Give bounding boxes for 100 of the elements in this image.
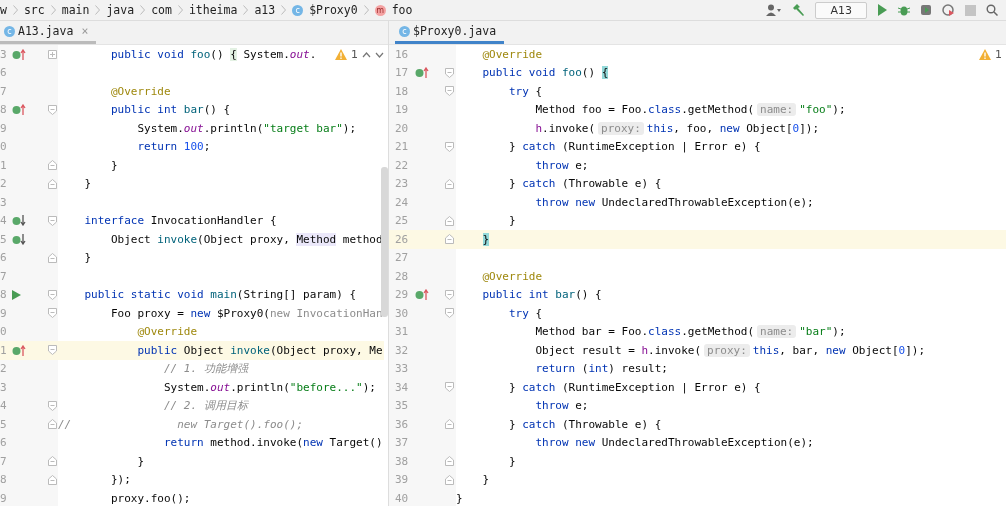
breadcrumb-item[interactable]: w	[0, 3, 7, 17]
breadcrumb-item[interactable]: itheima	[188, 3, 238, 17]
override-marker-icon[interactable]	[415, 289, 429, 301]
code-line: // 1. 功能增强	[162, 361, 248, 377]
expand-icon[interactable]	[48, 49, 57, 59]
fold-icon[interactable]	[445, 289, 454, 300]
fold-icon[interactable]	[445, 215, 454, 226]
stop-icon[interactable]	[965, 4, 976, 16]
fold-icon[interactable]	[445, 141, 454, 152]
chevron-icon	[177, 5, 183, 15]
line-number: 9	[0, 121, 8, 135]
code-line: });	[110, 473, 131, 487]
fold-icon[interactable]	[48, 456, 57, 467]
code-line: @Override	[481, 269, 543, 283]
code-line: try {	[508, 84, 543, 98]
scrollbar-thumb[interactable]	[381, 167, 388, 317]
code-line: Foo proxy = new $Proxy0(new InvocationHan	[110, 306, 383, 320]
chevron-up-icon[interactable]	[362, 51, 371, 58]
breadcrumb-item[interactable]: com	[151, 3, 172, 17]
code-line: Object result = h.invoke( proxy: this, bar, new Object[0]);	[534, 343, 926, 357]
override-marker-icon[interactable]	[12, 104, 26, 116]
fold-icon[interactable]	[48, 178, 57, 189]
fold-icon[interactable]	[48, 419, 57, 430]
code-line: System.out.println("before...");	[162, 380, 376, 394]
warning-count: 1	[351, 48, 358, 61]
line-number: 35	[394, 399, 410, 413]
line-number: 9	[0, 491, 8, 505]
fold-icon[interactable]	[445, 67, 454, 78]
run-icon[interactable]	[12, 289, 21, 300]
line-number: 8	[0, 103, 8, 117]
code-line: @Override	[481, 47, 543, 61]
code-line: try {	[508, 306, 543, 320]
fold-icon[interactable]	[445, 474, 454, 485]
fold-icon[interactable]	[445, 419, 454, 430]
breadcrumb-item[interactable]: m foo	[374, 3, 413, 17]
line-number: 27	[394, 251, 410, 265]
user-icon[interactable]	[766, 4, 783, 16]
fold-icon[interactable]	[48, 104, 57, 115]
coverage-icon[interactable]	[920, 4, 932, 16]
code-line: } catch (RuntimeException | Error e) {	[508, 140, 761, 154]
fold-icon[interactable]	[48, 289, 57, 300]
implemented-marker-icon[interactable]	[12, 215, 26, 227]
line-number: 6	[0, 66, 8, 80]
line-number: 34	[394, 380, 410, 394]
chevron-icon	[12, 5, 18, 15]
fold-icon[interactable]	[48, 160, 57, 171]
warning-icon[interactable]	[979, 49, 991, 60]
fold-icon[interactable]	[48, 252, 57, 263]
search-icon[interactable]	[986, 4, 998, 16]
fold-icon[interactable]	[445, 178, 454, 189]
breadcrumb-item[interactable]: main	[61, 3, 90, 17]
override-marker-icon[interactable]	[12, 48, 26, 60]
line-number: 5	[0, 417, 8, 431]
line-number: 2	[0, 362, 8, 376]
code-line: public int bar() {	[110, 103, 231, 117]
code-line: public static void main(String[] param) {	[83, 288, 357, 302]
code-line: return 100;	[136, 140, 211, 154]
code-line: public Object invoke(Object proxy, Me	[136, 343, 383, 357]
line-number: 0	[0, 325, 8, 339]
line-number: 8	[0, 473, 8, 487]
line-number: 16	[394, 47, 410, 61]
hammer-icon[interactable]	[792, 4, 806, 16]
run-config-dropdown[interactable]: A13	[815, 1, 867, 19]
fold-icon[interactable]	[445, 234, 454, 245]
bug-icon[interactable]	[898, 4, 910, 16]
breadcrumb-item[interactable]: c $Proxy0	[292, 3, 358, 17]
line-number: 1	[0, 343, 8, 357]
line-number: 1	[0, 158, 8, 172]
line-number: 19	[394, 103, 410, 117]
code-line: throw new UndeclaredThrowableException(e);	[534, 436, 814, 450]
fold-icon[interactable]	[445, 86, 454, 97]
fold-icon[interactable]	[48, 400, 57, 411]
warning-icon[interactable]	[335, 49, 347, 60]
code-line: interface InvocationHandler {	[83, 214, 277, 228]
line-number: 24	[394, 195, 410, 209]
fold-icon[interactable]	[48, 345, 57, 356]
fold-icon[interactable]	[48, 308, 57, 319]
fold-icon[interactable]	[48, 215, 57, 226]
breadcrumb-item[interactable]: src	[23, 3, 45, 17]
fold-icon[interactable]	[445, 308, 454, 319]
override-marker-icon[interactable]	[415, 67, 429, 79]
chevron-icon	[281, 5, 287, 15]
line-number: 22	[394, 158, 410, 172]
implemented-marker-icon[interactable]	[12, 233, 26, 245]
line-number: 4	[0, 214, 8, 228]
line-number: 21	[394, 140, 410, 154]
chevron-down-icon[interactable]	[375, 51, 384, 58]
fold-icon[interactable]	[445, 382, 454, 393]
breadcrumb-item[interactable]: java	[106, 3, 135, 17]
line-number: 28	[394, 269, 410, 283]
override-marker-icon[interactable]	[12, 344, 26, 356]
run-icon[interactable]	[877, 4, 888, 16]
breadcrumb-item[interactable]: a13	[254, 3, 276, 17]
profiler-icon[interactable]	[942, 4, 955, 16]
line-number: 8	[0, 288, 8, 302]
fold-icon[interactable]	[445, 456, 454, 467]
line-number: 36	[394, 417, 410, 431]
line-number: 25	[394, 214, 410, 228]
fold-icon[interactable]	[48, 474, 57, 485]
code-line: } catch (Throwable e) {	[508, 177, 662, 191]
